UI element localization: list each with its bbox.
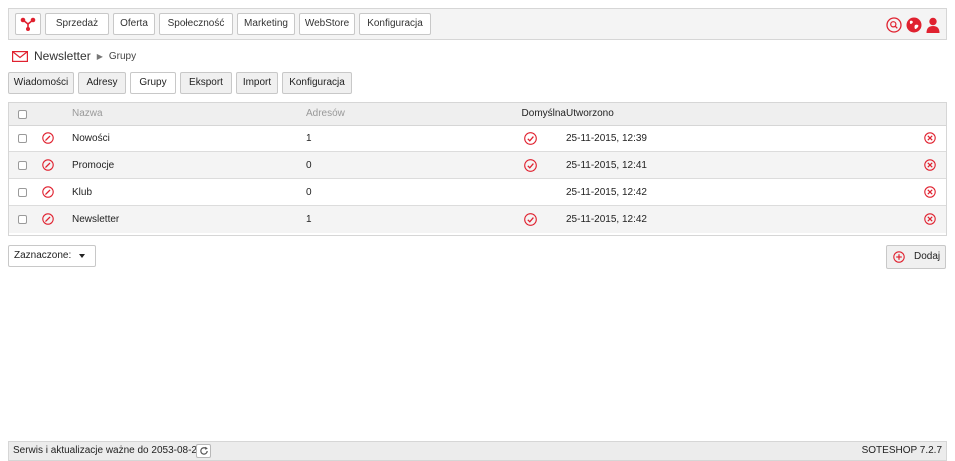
nav-sales[interactable]: Sprzedaż — [45, 13, 109, 35]
nav-marketing[interactable]: Marketing — [237, 13, 295, 35]
search-icon[interactable] — [886, 17, 902, 33]
row-name[interactable]: Newsletter — [72, 206, 119, 233]
row-addresses: 1 — [306, 214, 312, 225]
groups-table: Nazwa Adresów Domyślna Utworzono Nowości… — [8, 102, 947, 236]
top-right-icons — [886, 15, 940, 35]
edit-icon[interactable] — [42, 213, 54, 225]
row-addresses: 0 — [306, 187, 312, 198]
delete-icon[interactable] — [924, 132, 936, 144]
nav-offer[interactable]: Oferta — [113, 13, 155, 35]
nav-webstore[interactable]: WebStore — [299, 13, 355, 35]
plus-circle-icon — [893, 251, 905, 263]
row-created: 25-11-2015, 12:39 — [566, 133, 647, 144]
tab-messages[interactable]: Wiadomości — [8, 72, 74, 94]
row-created: 25-11-2015, 12:41 — [566, 160, 647, 171]
row-addresses: 0 — [306, 160, 312, 171]
row-created: 25-11-2015, 12:42 — [566, 187, 647, 198]
row-checkbox[interactable] — [18, 161, 27, 170]
nav-configuration[interactable]: Konfiguracja — [359, 13, 431, 35]
edit-icon[interactable] — [42, 132, 54, 144]
row-name[interactable]: Promocje — [72, 152, 114, 179]
top-navigation-bar: Sprzedaż Oferta Społeczność Marketing We… — [8, 8, 947, 40]
row-checkbox[interactable] — [18, 134, 27, 143]
select-all-checkbox[interactable] — [18, 110, 27, 119]
default-check-icon — [524, 132, 537, 145]
tab-groups[interactable]: Grupy — [130, 72, 176, 94]
globe-icon[interactable] — [906, 17, 922, 33]
default-check-icon — [524, 213, 537, 226]
row-name[interactable]: Nowości — [72, 125, 110, 152]
breadcrumb: Newsletter ▶ Grupy — [12, 48, 136, 64]
add-button-label: Dodaj — [914, 251, 941, 262]
row-checkbox[interactable] — [18, 188, 27, 197]
edit-icon[interactable] — [42, 159, 54, 171]
breadcrumb-newsletter-link[interactable]: Newsletter — [34, 49, 91, 63]
tab-import[interactable]: Import — [236, 72, 278, 94]
breadcrumb-separator-icon: ▶ — [96, 51, 103, 61]
edit-icon[interactable] — [42, 186, 54, 198]
logo-button[interactable] — [15, 13, 41, 35]
tab-configuration[interactable]: Konfiguracja — [282, 72, 352, 94]
column-header-default[interactable]: Domyślna — [492, 103, 566, 125]
tab-addresses[interactable]: Adresy — [78, 72, 126, 94]
column-header-addresses[interactable]: Adresów — [306, 103, 345, 125]
user-icon[interactable] — [926, 17, 940, 33]
add-group-button[interactable]: Dodaj — [886, 245, 946, 269]
selected-actions-label: Zaznaczone: — [14, 250, 72, 261]
table-row[interactable]: Promocje 0 25-11-2015, 12:41 — [9, 152, 946, 179]
status-bar: Serwis i aktualizacje ważne do 2053-08-2… — [8, 441, 947, 461]
version-text: SOTESHOP 7.2.7 — [861, 445, 942, 456]
refresh-button[interactable] — [196, 444, 211, 458]
column-header-name[interactable]: Nazwa — [72, 103, 103, 125]
table-header: Nazwa Adresów Domyślna Utworzono — [9, 103, 946, 126]
selected-actions-dropdown[interactable]: Zaznaczone: — [8, 245, 96, 267]
row-name[interactable]: Klub — [72, 179, 92, 206]
breadcrumb-current: Grupy — [108, 50, 137, 62]
table-row[interactable]: Nowości 1 25-11-2015, 12:39 — [9, 125, 946, 152]
nav-community[interactable]: Społeczność — [159, 13, 233, 35]
row-checkbox[interactable] — [18, 215, 27, 224]
delete-icon[interactable] — [924, 213, 936, 225]
envelope-icon — [12, 50, 28, 62]
table-row[interactable]: Newsletter 1 25-11-2015, 12:42 — [9, 206, 946, 233]
soteshop-logo-icon — [20, 17, 36, 31]
tab-export[interactable]: Eksport — [180, 72, 232, 94]
refresh-icon — [200, 446, 208, 455]
delete-icon[interactable] — [924, 159, 936, 171]
service-expiry-text: Serwis i aktualizacje ważne do 2053-08-2… — [13, 445, 203, 456]
column-header-created[interactable]: Utworzono — [566, 103, 614, 125]
default-check-icon — [524, 159, 537, 172]
row-addresses: 1 — [306, 133, 312, 144]
delete-icon[interactable] — [924, 186, 936, 198]
row-created: 25-11-2015, 12:42 — [566, 214, 647, 225]
chevron-down-icon — [79, 254, 85, 258]
table-row[interactable]: Klub 0 25-11-2015, 12:42 — [9, 179, 946, 206]
